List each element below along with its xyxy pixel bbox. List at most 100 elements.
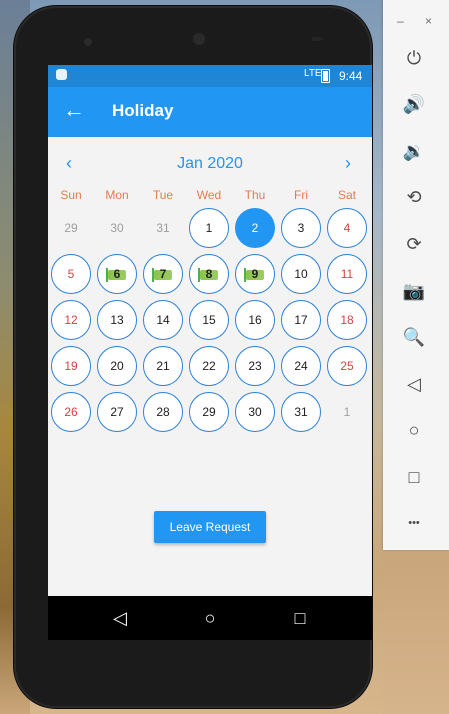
calendar-day[interactable]: 9 [235,254,275,294]
close-button[interactable]: × [425,14,432,28]
calendar-day[interactable]: 25 [327,346,367,386]
calendar-day-label: 15 [202,313,216,327]
calendar-day[interactable]: 13 [97,300,137,340]
nav-home-icon[interactable]: ○ [195,606,225,630]
calendar-day-label: 31 [294,405,308,419]
calendar-day-label: 8 [205,267,213,281]
calendar-day[interactable]: 24 [281,346,321,386]
calendar-day-label: 30 [248,405,262,419]
calendar-day-label: 2 [251,221,259,235]
calendar-day[interactable]: 14 [143,300,183,340]
calendar-day[interactable]: 8 [189,254,229,294]
calendar-day[interactable]: 10 [281,254,321,294]
calendar-day[interactable]: 18 [327,300,367,340]
weekday-sun: Sun [60,188,82,202]
calendar-day-label: 10 [294,267,308,281]
calendar-day[interactable]: 1 [189,208,229,248]
calendar-day[interactable]: 7 [143,254,183,294]
calendar-day-label: 19 [64,359,78,373]
calendar-day-label: 4 [343,221,351,235]
calendar-day: 30 [97,208,137,248]
leave-request-button[interactable]: Leave Request [154,511,266,543]
calendar-day-label: 25 [340,359,354,373]
calendar-day-label: 22 [202,359,216,373]
calendar-day[interactable]: 2 [235,208,275,248]
calendar-day[interactable]: 15 [189,300,229,340]
calendar-day[interactable]: 28 [143,392,183,432]
calendar-day-label: 28 [156,405,170,419]
overview-icon[interactable]: □ [399,462,429,492]
phone-screen: LTE 9:44 ← Holiday ‹ Jan 2020 › Sun Mon Tu… [48,65,372,640]
calendar-day-label: 1 [343,405,351,419]
calendar-day-label: 17 [294,313,308,327]
calendar-day-label: 27 [110,405,124,419]
emulator-toolbar: – × ⏻ 🔊 🔉 ⟲ ⟳ 📷 🔍 ◁ ○ □ ••• [383,0,449,550]
calendar-day[interactable]: 4 [327,208,367,248]
home-icon[interactable]: ○ [399,415,429,445]
calendar-day[interactable]: 17 [281,300,321,340]
next-month-icon[interactable]: › [345,153,351,174]
calendar-day[interactable]: 20 [97,346,137,386]
nav-back-icon[interactable]: ◁ [105,606,135,630]
rotate-right-icon[interactable]: ⟳ [399,229,429,259]
calendar-day: 1 [327,392,367,432]
back-arrow-icon[interactable]: ← [63,97,85,123]
calendar-day-label: 18 [340,313,354,327]
notification-icon [56,69,67,80]
calendar-day-label: 16 [248,313,262,327]
month-navigation: ‹ Jan 2020 › [48,149,372,179]
volume-up-icon[interactable]: 🔊 [399,89,429,119]
weekday-mon: Mon [105,188,129,202]
calendar-day-label: 21 [156,359,170,373]
calendar-day[interactable]: 19 [51,346,91,386]
camera-icon[interactable]: 📷 [399,276,429,306]
minimize-button[interactable]: – [397,14,404,28]
weekday-wed: Wed [196,188,222,202]
phone-sensor [312,37,322,41]
calendar-day[interactable]: 5 [51,254,91,294]
phone-camera [190,30,208,48]
calendar-day[interactable]: 3 [281,208,321,248]
calendar-day-label: 9 [251,267,259,281]
calendar-day[interactable]: 6 [97,254,137,294]
rotate-left-icon[interactable]: ⟲ [399,182,429,212]
app-bar: ← Holiday [48,87,372,137]
calendar-day-label: 11 [340,267,354,281]
calendar-day-label: 20 [110,359,124,373]
calendar-day[interactable]: 16 [235,300,275,340]
calendar-day[interactable]: 12 [51,300,91,340]
calendar-day[interactable]: 23 [235,346,275,386]
system-nav-bar: ◁ ○ □ [48,596,372,640]
calendar-day-label: 3 [297,221,305,235]
weekday-thu: Thu [244,188,266,202]
status-bar: LTE 9:44 [48,65,372,87]
month-title: Jan 2020 [177,155,243,172]
weekday-fri: Fri [294,188,308,202]
nav-recents-icon[interactable]: □ [285,606,315,630]
weekday-tue: Tue [152,188,174,202]
calendar-day-label: 29 [64,221,78,235]
more-icon[interactable]: ••• [399,508,429,538]
volume-down-icon[interactable]: 🔉 [399,136,429,166]
calendar-day[interactable]: 22 [189,346,229,386]
calendar-day[interactable]: 21 [143,346,183,386]
calendar-day[interactable]: 11 [327,254,367,294]
calendar-day[interactable]: 29 [189,392,229,432]
calendar-day-label: 5 [67,267,75,281]
calendar-day-label: 31 [156,221,170,235]
weekday-header: Sun Mon Tue Wed Thu Fri Sat [48,188,372,204]
calendar-day[interactable]: 27 [97,392,137,432]
calendar-day-label: 1 [205,221,213,235]
status-time: 9:44 [339,69,363,83]
calendar-day[interactable]: 31 [281,392,321,432]
calendar-day[interactable]: 26 [51,392,91,432]
power-icon[interactable]: ⏻ [399,43,429,73]
calendar-day[interactable]: 30 [235,392,275,432]
zoom-icon[interactable]: 🔍 [399,322,429,352]
back-icon[interactable]: ◁ [399,369,429,399]
calendar-day: 29 [51,208,91,248]
calendar-day-label: 23 [248,359,262,373]
calendar-day-label: 30 [110,221,124,235]
calendar-day-label: 24 [294,359,308,373]
battery-icon [321,69,330,83]
